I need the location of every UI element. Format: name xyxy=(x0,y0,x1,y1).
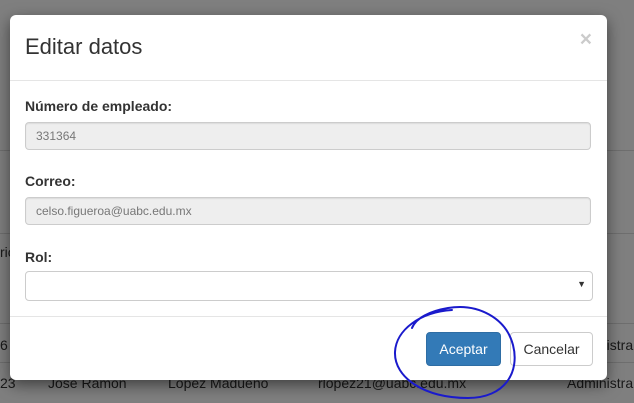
cancel-button[interactable]: Cancelar xyxy=(510,332,593,366)
chevron-down-icon: ▼ xyxy=(577,279,586,289)
modal-title: Editar datos xyxy=(25,34,143,59)
modal-header: Editar datos × xyxy=(10,15,607,81)
employee-number-label: Número de empleado: xyxy=(25,98,173,114)
modal-footer: Aceptar Cancelar xyxy=(10,316,607,380)
accept-button[interactable]: Aceptar xyxy=(426,332,501,366)
email-label: Correo: xyxy=(25,173,76,189)
employee-number-field[interactable]: 331364 xyxy=(25,122,591,150)
close-icon[interactable]: × xyxy=(580,29,592,50)
email-field[interactable]: celso.figueroa@uabc.edu.mx xyxy=(25,197,591,225)
edit-data-modal: Editar datos × Número de empleado: 33136… xyxy=(10,15,607,380)
role-label: Rol: xyxy=(25,249,53,265)
role-select[interactable]: ▼ xyxy=(25,271,593,301)
